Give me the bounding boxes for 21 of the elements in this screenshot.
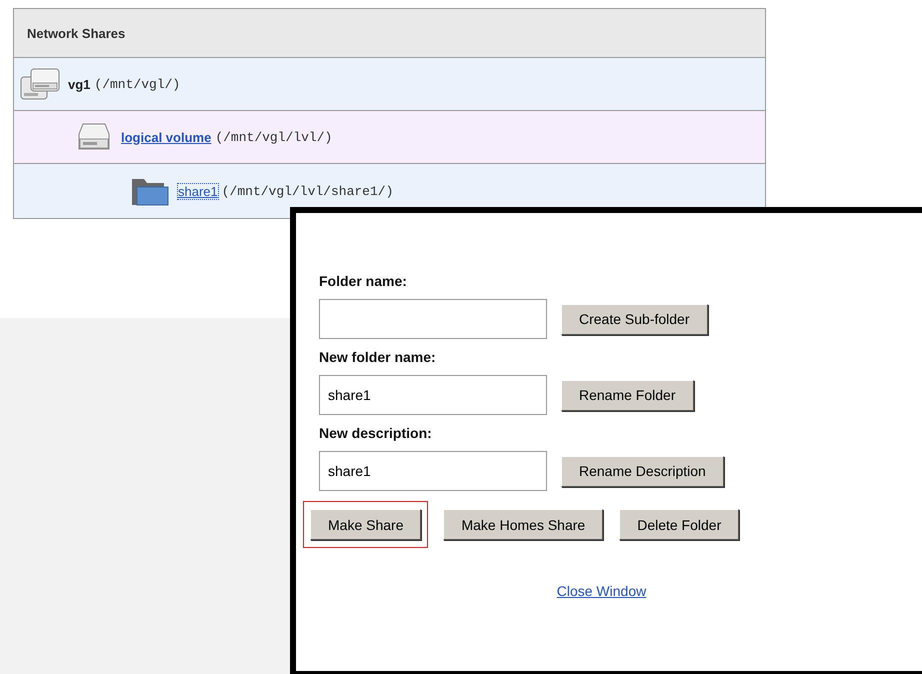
panel-title: Network Shares <box>27 26 126 40</box>
text-field[interactable]: share1 <box>319 451 547 491</box>
field-label: Folder name: <box>319 273 408 289</box>
action-button[interactable]: Make Homes Share <box>443 509 604 540</box>
action-button[interactable]: Make Share <box>310 509 422 540</box>
action-button[interactable]: Rename Folder <box>561 380 694 410</box>
mount-path: (/mnt/vgl/lvl/) <box>215 130 332 144</box>
action-button[interactable]: Rename Description <box>561 456 724 486</box>
mount-path: (/mnt/vgl/lvl/share1/) <box>222 184 394 198</box>
field-label: New description: <box>319 425 433 441</box>
tree-link[interactable]: share1 <box>178 184 218 198</box>
tree-link[interactable]: logical volume <box>121 130 212 144</box>
close-window-link[interactable]: Close Window <box>556 583 646 599</box>
text-field[interactable] <box>319 299 547 339</box>
action-button[interactable]: Delete Folder <box>619 509 740 540</box>
tree-label: vg1 <box>68 76 90 92</box>
drive-stack-icon <box>20 67 60 101</box>
action-button[interactable]: Create Sub-folder <box>561 304 708 334</box>
mount-path: (/mnt/vgl/) <box>94 76 180 92</box>
field-label: New folder name: <box>319 349 437 365</box>
text-field[interactable]: share1 <box>319 375 547 415</box>
